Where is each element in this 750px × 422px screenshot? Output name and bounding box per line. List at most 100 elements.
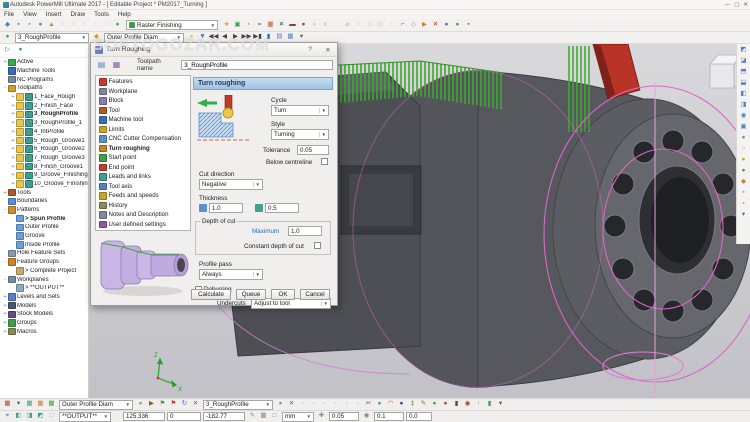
window-icon[interactable]: ▦ xyxy=(265,20,276,31)
maximize-button[interactable]: ▢ xyxy=(734,2,739,8)
cancel-sim-icon[interactable]: ✕ xyxy=(190,399,201,410)
tree-item-label[interactable]: > Complete Project xyxy=(25,268,76,274)
cycle-select[interactable]: Turn▼ xyxy=(271,105,329,116)
dialog-nav-item[interactable]: History xyxy=(96,201,190,211)
tree-item-label[interactable]: > Spun Profile xyxy=(25,216,66,222)
tree-item-label[interactable]: 4_IntProfile xyxy=(34,129,64,135)
sb-tool1-icon[interactable]: ▪ xyxy=(297,399,308,410)
draft-angle-icon[interactable]: ◆ xyxy=(738,177,750,188)
record-icon[interactable]: ● xyxy=(298,20,309,31)
tree-item-label[interactable]: Groups xyxy=(17,320,37,326)
tree-item-label[interactable]: Levels and Sets xyxy=(17,294,60,300)
ok-button[interactable]: OK xyxy=(271,289,295,300)
view-front-icon[interactable]: ⬓ xyxy=(738,78,750,89)
sb-tool2-icon[interactable]: ▪ xyxy=(308,399,319,410)
dialog-nav-item[interactable]: Machine tool xyxy=(96,115,190,125)
corner-l-icon[interactable]: ⌐ xyxy=(397,20,408,31)
tree-item-label[interactable]: Stock Models xyxy=(17,311,53,317)
tree-item-label[interactable]: Toolpaths xyxy=(17,85,43,91)
tree-item-label[interactable]: Inside Profile xyxy=(25,242,60,248)
stock-vis-icon[interactable]: ▪ xyxy=(353,20,364,31)
cube-3-icon[interactable]: ◩ xyxy=(35,411,46,422)
menu-insert[interactable]: Insert xyxy=(46,11,62,18)
cut-direction-select[interactable]: Negative▼ xyxy=(199,179,263,190)
refresh-icon[interactable]: ↻ xyxy=(179,399,190,410)
dialog-nav-item[interactable]: Workplane xyxy=(96,87,190,97)
tree-item-label[interactable]: 10_Groove_Finishing2 xyxy=(34,181,88,187)
dialog-nav-item[interactable]: User defined settings xyxy=(96,220,190,230)
close-button[interactable]: ✕ xyxy=(743,2,748,8)
queue-button[interactable]: Queue xyxy=(236,289,266,300)
cursor-icon[interactable]: ▪ xyxy=(57,20,68,31)
cube-off-icon[interactable]: □ xyxy=(46,411,57,422)
axial-thickness-input[interactable]: 0.5 xyxy=(265,203,299,213)
grid-more-icon[interactable]: ▾ xyxy=(13,399,24,410)
coord-x-field[interactable]: 125.336 xyxy=(123,412,165,421)
zoom-icon[interactable]: ▪ xyxy=(90,20,101,31)
zoom-box-icon[interactable]: ▣ xyxy=(738,122,750,133)
snapshot-icon[interactable]: ▪ xyxy=(738,199,750,210)
dialog-help-button[interactable]: ? xyxy=(305,46,315,53)
rotate-icon[interactable]: ▪ xyxy=(101,20,112,31)
wheel-icon[interactable]: ● xyxy=(441,20,452,31)
tree-item-label[interactable]: Workplanes xyxy=(17,277,49,283)
constant-depth-checkbox[interactable] xyxy=(314,242,321,249)
min-radius-icon[interactable]: ● xyxy=(738,166,750,177)
tree-item-label[interactable]: Macros xyxy=(17,329,37,335)
polygon-icon[interactable]: ◇ xyxy=(408,20,419,31)
dialog-nav-item[interactable]: Turn roughing xyxy=(96,144,190,154)
status-thickness-field[interactable]: 0.1 xyxy=(374,412,404,421)
dialog-nav-item[interactable]: Tool xyxy=(96,106,190,116)
tree-item-label[interactable]: 1_Face_Rough xyxy=(34,94,75,100)
world-icon[interactable]: ● xyxy=(35,20,46,31)
dialog-nav-item[interactable]: Tool axis xyxy=(96,182,190,192)
scissors-icon[interactable]: ✂ xyxy=(363,399,374,410)
tree-item-label[interactable]: Hole Feature Sets xyxy=(17,250,65,256)
open-project-icon[interactable]: ◆ xyxy=(2,20,13,31)
run-icon[interactable]: ▶ xyxy=(146,399,157,410)
view-top-icon[interactable]: ⬒ xyxy=(738,67,750,78)
measure-icon[interactable]: ▪ xyxy=(68,20,79,31)
axial-thickness-icon[interactable] xyxy=(255,204,263,212)
menu-file[interactable]: File xyxy=(4,11,14,18)
simulate-entity-icon[interactable]: ▪ xyxy=(386,20,397,31)
status-pattern-combo[interactable]: Outer Profile Diam▼ xyxy=(59,400,133,410)
active-toolpath-icon[interactable]: ● xyxy=(2,32,13,43)
pattern-vis-icon[interactable]: ▤ xyxy=(375,20,386,31)
style-select[interactable]: Turning▼ xyxy=(271,129,329,140)
play-strategy-icon[interactable]: ● xyxy=(112,20,123,31)
edit-coords-icon[interactable]: ✎ xyxy=(247,411,258,422)
radial-thickness-input[interactable]: 1.0 xyxy=(209,203,243,213)
pan-icon[interactable]: ▪ xyxy=(79,20,90,31)
cancel-button[interactable]: Cancel xyxy=(300,289,330,300)
menu-draw[interactable]: Draw xyxy=(70,11,85,18)
dlg-copy-strategy-icon[interactable]: ▤ xyxy=(95,59,108,71)
minimize-button[interactable]: — xyxy=(725,2,731,8)
tree-item-label[interactable]: 2_Finish_Face xyxy=(34,103,73,109)
multicolour-icon[interactable]: ● xyxy=(738,155,750,166)
view-right-icon[interactable]: ◧ xyxy=(738,89,750,100)
explorer-ball-icon[interactable]: ● xyxy=(15,45,26,56)
tree-item-label[interactable]: Groove xyxy=(25,233,45,239)
menu-view[interactable]: View xyxy=(23,11,37,18)
arrow-draw-icon[interactable]: ▶ xyxy=(419,20,430,31)
flag-green-icon[interactable]: ⚑ xyxy=(157,399,168,410)
car-icon[interactable]: ▬ xyxy=(287,20,298,31)
wireframe-icon[interactable]: □ xyxy=(331,20,342,31)
arc-red-icon[interactable]: ◠ xyxy=(385,399,396,410)
tree-item-label[interactable]: Machine Tools xyxy=(17,68,55,74)
sim-toolpath-combo[interactable]: 3_RoughProfile▼ xyxy=(15,33,89,43)
dialog-close-button[interactable]: ✕ xyxy=(323,46,333,54)
wireframe-view-icon[interactable]: ○ xyxy=(738,144,750,155)
dialog-nav-item[interactable]: Notes and Description xyxy=(96,210,190,220)
cube-1-icon[interactable]: ◧ xyxy=(13,411,24,422)
dialog-nav-item[interactable]: Limits xyxy=(96,125,190,135)
toolpath-vis-icon[interactable]: ◆ xyxy=(342,20,353,31)
view-iso2-icon[interactable]: ◪ xyxy=(738,56,750,67)
box-units-icon[interactable]: □ xyxy=(269,411,280,422)
tree-item-label[interactable]: 6_Rough_Groove2 xyxy=(34,146,85,152)
cube-2-icon[interactable]: ◨ xyxy=(24,411,35,422)
up-arrows-icon[interactable]: ↑ xyxy=(473,399,484,410)
magnifier-icon[interactable]: ◉ xyxy=(361,411,372,422)
tool-db-icon[interactable]: ▪ xyxy=(243,20,254,31)
